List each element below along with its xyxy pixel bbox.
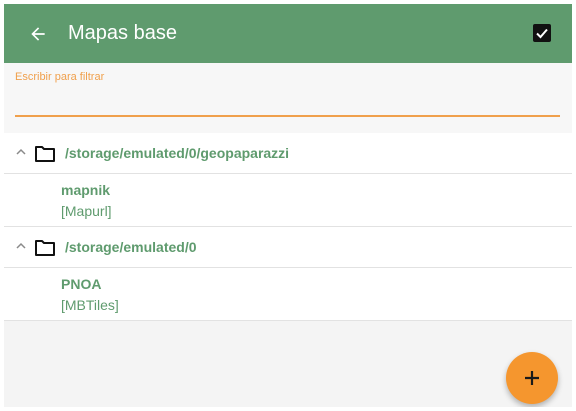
filter-input[interactable] [15,89,560,117]
item-type: [Mapurl] [61,203,112,219]
app-bar: Mapas base [4,4,572,63]
select-all-checkbox[interactable] [532,23,552,43]
item-type: [MBTiles] [61,297,119,313]
page-title: Mapas base [68,22,177,44]
folder-icon [35,146,55,162]
filter-label: Escribir para filtrar [15,71,105,83]
group-header[interactable]: /storage/emulated/0 [4,227,572,268]
back-button[interactable] [24,20,52,48]
item-name: mapnik [61,182,111,198]
filter-section: Escribir para filtrar [4,63,572,133]
basemap-list: /storage/emulated/0/geopaparazzi mapnik … [4,133,572,321]
chevron-up-icon [16,148,26,155]
chevron-up-icon [16,242,26,249]
list-item[interactable]: PNOA [MBTiles] [4,268,572,321]
arrow-left-icon [31,27,45,41]
folder-icon [35,240,55,256]
app-window: Mapas base Escribir para filtrar /storag… [4,4,572,407]
group-path: /storage/emulated/0 [65,239,197,255]
checkbox-checked-icon [533,24,551,42]
group-header[interactable]: /storage/emulated/0/geopaparazzi [4,133,572,174]
add-basemap-button[interactable] [506,352,558,404]
item-name: PNOA [61,276,102,292]
group-path: /storage/emulated/0/geopaparazzi [65,145,290,161]
list-item[interactable]: mapnik [Mapurl] [4,174,572,227]
plus-icon [525,371,539,385]
